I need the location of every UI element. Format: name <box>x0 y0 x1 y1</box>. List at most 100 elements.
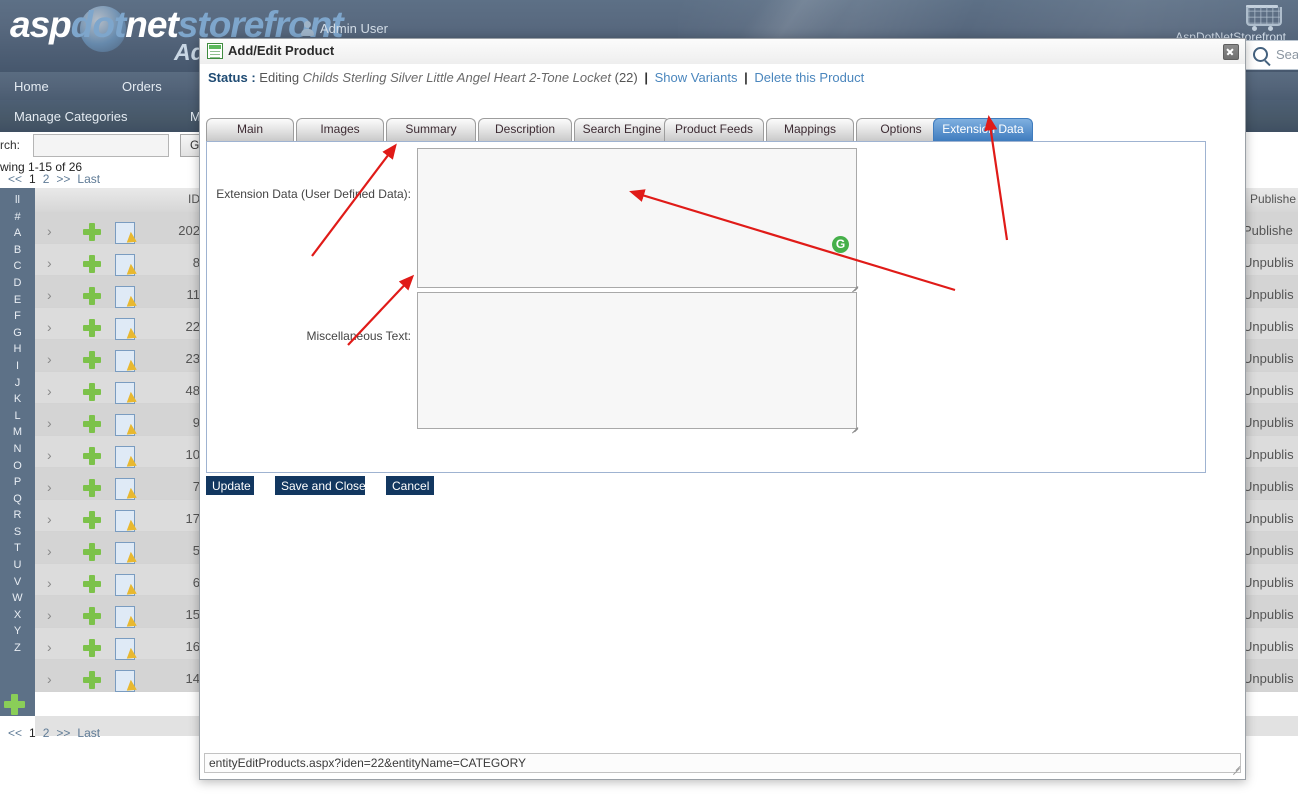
alpha-filter-P[interactable]: P <box>0 474 35 491</box>
show-variants-link[interactable]: Show Variants <box>655 70 738 85</box>
page-next-bottom[interactable]: >> <box>56 726 70 740</box>
alpha-filter-Q[interactable]: Q <box>0 491 35 508</box>
add-row-icon[interactable] <box>83 255 101 273</box>
alpha-filter-K[interactable]: K <box>0 391 35 408</box>
pagination-top[interactable]: << 1 2 >> Last <box>8 172 107 186</box>
add-row-icon[interactable] <box>83 415 101 433</box>
edit-row-icon[interactable] <box>115 286 135 308</box>
tab-main[interactable]: Main <box>206 118 294 141</box>
expand-row-icon[interactable]: › <box>47 575 52 591</box>
expand-row-icon[interactable]: › <box>47 607 52 623</box>
alpha-filter-N[interactable]: N <box>0 441 35 458</box>
expand-row-icon[interactable]: › <box>47 479 52 495</box>
add-row-icon[interactable] <box>83 479 101 497</box>
edit-row-icon[interactable] <box>115 606 135 628</box>
cancel-button[interactable]: Cancel <box>386 476 434 495</box>
tab-product-feeds[interactable]: Product Feeds <box>664 118 764 141</box>
nav-item-orders[interactable]: Orders <box>122 79 162 94</box>
edit-row-icon[interactable] <box>115 574 135 596</box>
expand-row-icon[interactable]: › <box>47 255 52 271</box>
page-2-bottom[interactable]: 2 <box>43 726 50 740</box>
expand-row-icon[interactable]: › <box>47 543 52 559</box>
alphabet-filter[interactable]: ll # A B C D E F G H I J K L M N O P Q R S T U V W X Y Z <box>0 188 35 716</box>
edit-row-icon[interactable] <box>115 222 135 244</box>
alpha-filter-E[interactable]: E <box>0 292 35 309</box>
alpha-filter-sym[interactable]: # <box>0 209 35 226</box>
nav-item-manage-categories[interactable]: Manage Categories <box>14 109 127 124</box>
page-first-top[interactable]: << <box>8 172 22 186</box>
add-row-icon[interactable] <box>83 639 101 657</box>
edit-row-icon[interactable] <box>115 638 135 660</box>
alpha-filter-L[interactable]: L <box>0 408 35 425</box>
page-next-top[interactable]: >> <box>56 172 70 186</box>
miscellaneous-text-textarea[interactable] <box>417 292 857 429</box>
expand-row-icon[interactable]: › <box>47 287 52 303</box>
edit-row-icon[interactable] <box>115 510 135 532</box>
alpha-filter-ll[interactable]: ll <box>0 192 35 209</box>
alpha-filter-T[interactable]: T <box>0 540 35 557</box>
expand-row-icon[interactable]: › <box>47 383 52 399</box>
edit-row-icon[interactable] <box>115 318 135 340</box>
alpha-filter-I[interactable]: I <box>0 358 35 375</box>
tab-mappings[interactable]: Mappings <box>766 118 854 141</box>
edit-row-icon[interactable] <box>115 350 135 372</box>
edit-row-icon[interactable] <box>115 446 135 468</box>
page-first-bottom[interactable]: << <box>8 726 22 740</box>
alpha-filter-B[interactable]: B <box>0 242 35 259</box>
edit-row-icon[interactable] <box>115 382 135 404</box>
alpha-filter-F[interactable]: F <box>0 308 35 325</box>
tab-search-engine[interactable]: Search Engine <box>574 118 670 141</box>
alpha-filter-C[interactable]: C <box>0 258 35 275</box>
tab-summary[interactable]: Summary <box>386 118 476 141</box>
alpha-filter-R[interactable]: R <box>0 507 35 524</box>
add-row-icon[interactable] <box>83 607 101 625</box>
expand-row-icon[interactable]: › <box>47 351 52 367</box>
alpha-filter-M[interactable]: M <box>0 424 35 441</box>
page-1-top[interactable]: 1 <box>29 172 36 186</box>
page-last-bottom[interactable]: Last <box>77 726 100 740</box>
save-and-close-button[interactable]: Save and Close <box>275 476 366 495</box>
close-icon[interactable] <box>1223 44 1239 60</box>
extension-data-textarea[interactable] <box>417 148 857 288</box>
global-search-box[interactable]: Sea <box>1245 40 1298 70</box>
alpha-filter-W[interactable]: W <box>0 590 35 607</box>
expand-row-icon[interactable]: › <box>47 447 52 463</box>
admin-user-label[interactable]: Admin User <box>300 21 388 36</box>
search-input[interactable] <box>33 134 169 157</box>
add-row-icon[interactable] <box>83 223 101 241</box>
alpha-filter-S[interactable]: S <box>0 524 35 541</box>
dialog-title-bar[interactable]: Add/Edit Product <box>200 39 1245 65</box>
edit-row-icon[interactable] <box>115 254 135 276</box>
tab-description[interactable]: Description <box>478 118 572 141</box>
edit-row-icon[interactable] <box>115 542 135 564</box>
edit-row-icon[interactable] <box>115 478 135 500</box>
page-last-top[interactable]: Last <box>77 172 100 186</box>
alpha-filter-J[interactable]: J <box>0 375 35 392</box>
add-new-icon[interactable] <box>4 694 26 716</box>
tab-images[interactable]: Images <box>296 118 384 141</box>
expand-row-icon[interactable]: › <box>47 639 52 655</box>
alpha-filter-Z[interactable]: Z <box>0 640 35 657</box>
alpha-filter-X[interactable]: X <box>0 607 35 624</box>
add-row-icon[interactable] <box>83 671 101 689</box>
add-row-icon[interactable] <box>83 383 101 401</box>
update-button[interactable]: Update <box>206 476 254 495</box>
alpha-filter-G[interactable]: G <box>0 325 35 342</box>
expand-row-icon[interactable]: › <box>47 671 52 687</box>
alpha-filter-U[interactable]: U <box>0 557 35 574</box>
tab-extension-data[interactable]: Extension Data <box>933 118 1033 141</box>
add-row-icon[interactable] <box>83 543 101 561</box>
dialog-resize-handle[interactable] <box>1232 763 1241 776</box>
expand-row-icon[interactable]: › <box>47 319 52 335</box>
page-2-top[interactable]: 2 <box>43 172 50 186</box>
edit-row-icon[interactable] <box>115 414 135 436</box>
alpha-filter-H[interactable]: H <box>0 341 35 358</box>
alpha-filter-Y[interactable]: Y <box>0 623 35 640</box>
page-1-bottom[interactable]: 1 <box>29 726 36 740</box>
alpha-filter-D[interactable]: D <box>0 275 35 292</box>
expand-row-icon[interactable]: › <box>47 223 52 239</box>
add-row-icon[interactable] <box>83 575 101 593</box>
add-row-icon[interactable] <box>83 351 101 369</box>
alpha-filter-A[interactable]: A <box>0 225 35 242</box>
add-row-icon[interactable] <box>83 287 101 305</box>
